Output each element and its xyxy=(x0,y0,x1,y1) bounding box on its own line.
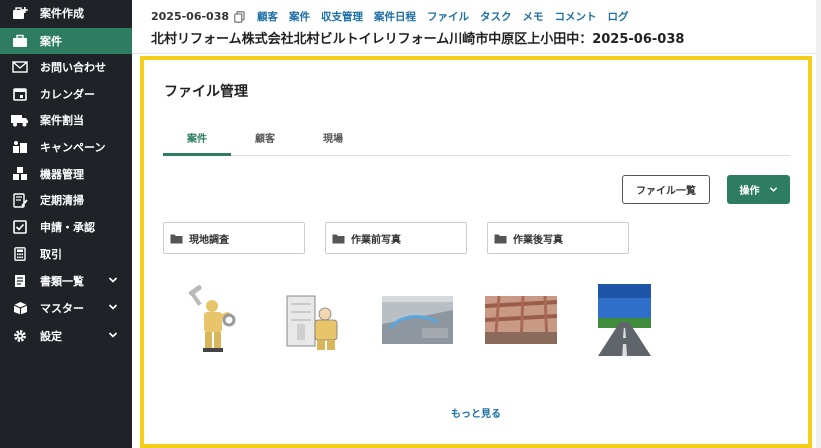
copy-icon[interactable] xyxy=(234,10,245,23)
sidebar-item-equipment[interactable]: 機器管理 xyxy=(0,161,132,187)
case-id: 2025-06-038 xyxy=(151,10,230,23)
chevron-down-icon xyxy=(108,275,118,288)
sidebar-item-settings[interactable]: 設定 xyxy=(0,323,132,349)
sidebar-item-label: 案件割当 xyxy=(40,114,84,127)
sidebar-item-calendar[interactable]: カレンダー xyxy=(0,81,132,107)
sidebar-item-label: カレンダー xyxy=(40,88,95,101)
calculator-icon xyxy=(10,247,30,261)
nav-memo[interactable]: メモ xyxy=(523,9,544,24)
sidebar-item-label: 取引 xyxy=(40,248,62,261)
folder-label: 作業後写真 xyxy=(513,234,563,246)
nav-log[interactable]: ログ xyxy=(608,9,629,24)
chevron-down-icon xyxy=(108,330,118,343)
sidebar-item-label: マスター xyxy=(40,302,84,315)
calendar-icon xyxy=(10,87,30,101)
nav-tasks[interactable]: タスク xyxy=(480,9,512,24)
sidebar-item-master[interactable]: マスター xyxy=(0,295,132,321)
folder-site-survey[interactable]: 現地調査 xyxy=(163,222,305,254)
nav-customer[interactable]: 顧客 xyxy=(257,9,278,24)
scrollbar[interactable] xyxy=(816,0,821,448)
sidebar-item-inquiries[interactable]: お問い合わせ xyxy=(0,54,132,80)
briefcase-plus-icon xyxy=(10,6,30,20)
folder-before-photos[interactable]: 作業前写真 xyxy=(325,222,467,254)
folder-label: 作業前写真 xyxy=(351,234,401,246)
sidebar-item-assignment[interactable]: 案件割当 xyxy=(0,107,132,133)
nav-comments[interactable]: コメント xyxy=(555,9,597,24)
sidebar-item-documents[interactable]: 書類一覧 xyxy=(0,268,132,294)
sidebar-item-cleaning[interactable]: 定期清掃 xyxy=(0,187,132,213)
folder-icon xyxy=(170,233,183,244)
campaign-icon xyxy=(10,140,30,154)
nav-income-expense[interactable]: 収支管理 xyxy=(321,9,363,24)
nav-files[interactable]: ファイル xyxy=(427,9,469,24)
file-list-button[interactable]: ファイル一覧 xyxy=(622,175,710,204)
page-header: 2025-06-038 顧客 案件 収支管理 案件日程 ファイル タスク メモ … xyxy=(132,0,821,54)
checkbox-icon xyxy=(10,220,30,234)
file-thumbnail-electrician-illustration[interactable] xyxy=(283,284,345,356)
equipment-icon xyxy=(10,167,30,181)
sidebar-item-label: キャンペーン xyxy=(40,141,106,154)
tab-site[interactable]: 現場 xyxy=(299,130,367,145)
document-icon xyxy=(10,274,30,288)
sidebar-item-approval[interactable]: 申請・承認 xyxy=(0,214,132,240)
folder-label: 現地調査 xyxy=(189,234,229,246)
sidebar-item-create-case[interactable]: 案件作成 xyxy=(0,0,132,26)
folder-after-photos[interactable]: 作業後写真 xyxy=(487,222,629,254)
briefcase-icon xyxy=(10,34,30,48)
tab-case[interactable]: 案件 xyxy=(163,130,231,145)
sidebar-item-label: 案件 xyxy=(40,35,62,48)
sidebar: 案件作成 案件 お問い合わせ カレンダー 案件割当 キャンペーン 機器管理 定期… xyxy=(0,0,132,448)
chevron-down-icon xyxy=(769,185,778,194)
file-thumbnail-site-photo-1[interactable] xyxy=(382,284,453,356)
sidebar-item-label: お問い合わせ xyxy=(40,61,106,74)
sidebar-item-label: 設定 xyxy=(40,330,62,343)
mail-icon xyxy=(10,61,30,73)
tab-divider xyxy=(163,155,790,156)
sidebar-item-campaign[interactable]: キャンペーン xyxy=(0,134,132,160)
file-thumbnail-site-photo-2[interactable] xyxy=(485,284,557,356)
sidebar-item-label: 定期清掃 xyxy=(40,194,84,207)
operations-button[interactable]: 操作 xyxy=(727,175,790,204)
file-thumbnail-worker-illustration[interactable] xyxy=(182,284,244,356)
tab-customer[interactable]: 顧客 xyxy=(231,130,299,145)
nav-case[interactable]: 案件 xyxy=(289,9,310,24)
folder-icon xyxy=(494,233,507,244)
sidebar-item-label: 申請・承認 xyxy=(40,221,95,234)
box-icon xyxy=(10,301,30,315)
truck-icon xyxy=(10,114,30,127)
active-tab-indicator xyxy=(163,153,231,156)
operations-button-label: 操作 xyxy=(739,186,760,197)
show-more-link[interactable]: もっと見る xyxy=(420,405,532,420)
folder-icon xyxy=(332,233,345,244)
nav-case-schedule[interactable]: 案件日程 xyxy=(374,9,416,24)
gear-icon xyxy=(10,329,30,343)
sidebar-item-cases[interactable]: 案件 xyxy=(0,28,132,54)
sidebar-item-label: 案件作成 xyxy=(40,7,84,20)
sidebar-item-label: 機器管理 xyxy=(40,168,84,181)
page-title: 北村リフォーム株式会社北村ビルトイレリフォーム川崎市中原区上小田中：2025-0… xyxy=(151,32,685,47)
sidebar-item-transactions[interactable]: 取引 xyxy=(0,241,132,267)
panel-title: ファイル管理 xyxy=(164,84,248,100)
file-thumbnail-road-photo[interactable] xyxy=(598,284,651,356)
chevron-down-icon xyxy=(108,302,118,315)
sidebar-item-label: 書類一覧 xyxy=(40,275,84,288)
cleaning-icon xyxy=(10,192,30,208)
